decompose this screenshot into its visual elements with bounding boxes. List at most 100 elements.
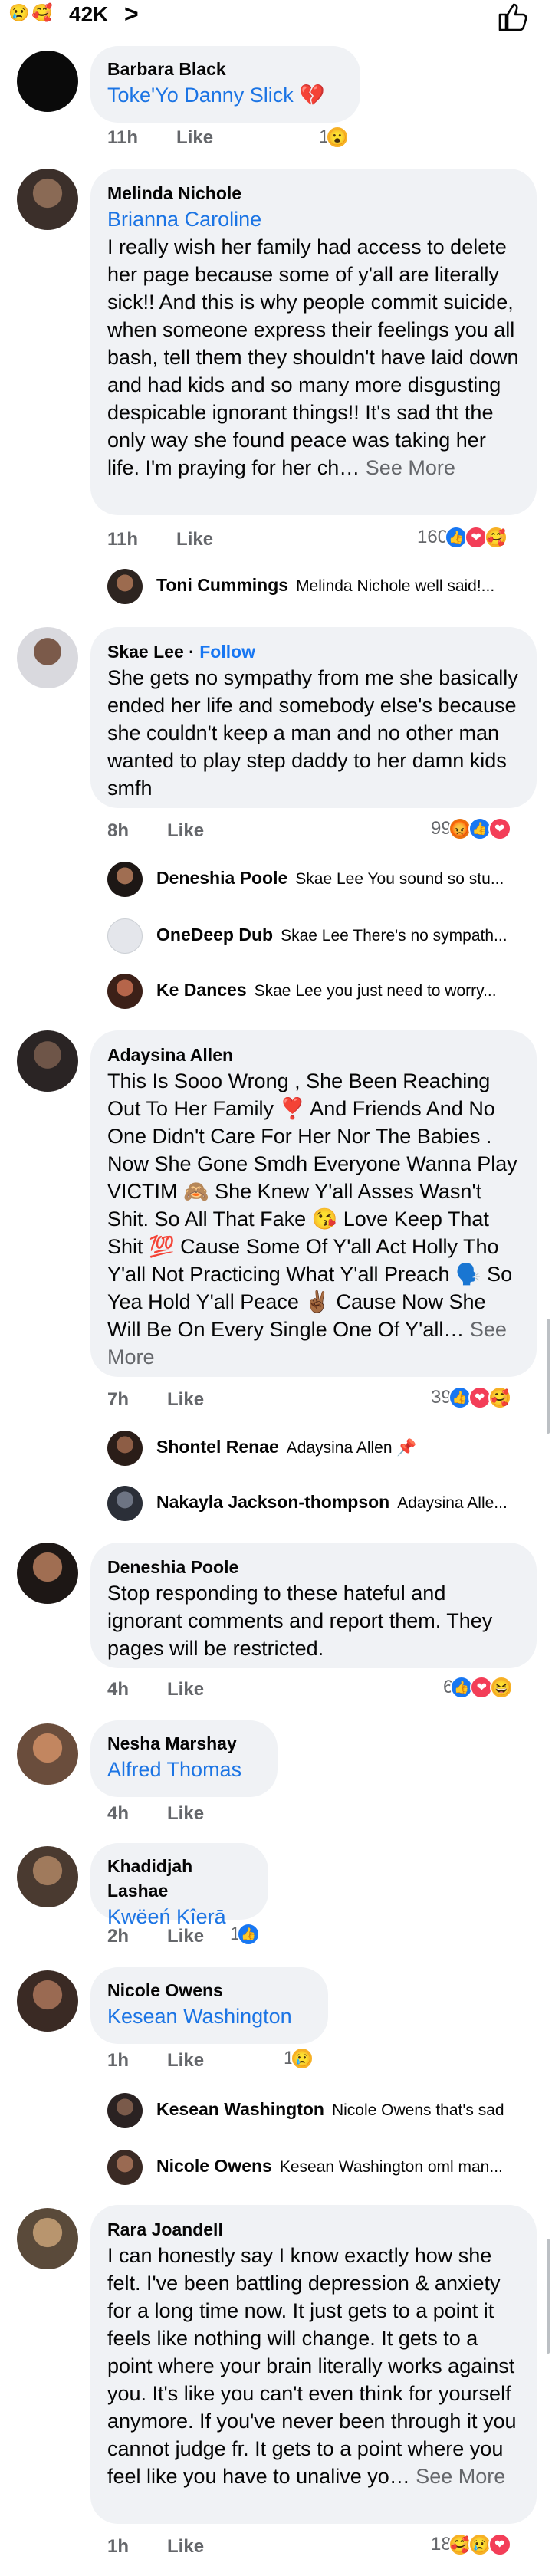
like-button[interactable]: Like bbox=[167, 1679, 204, 1700]
reply-preview[interactable]: Kesean Washington Nicole Owens that's sad bbox=[0, 2093, 552, 2131]
follow-button[interactable]: Follow bbox=[199, 642, 255, 662]
avatar bbox=[107, 1486, 143, 1521]
reply-preview[interactable]: OneDeep Dub Skae Lee There's no sympath..… bbox=[0, 918, 552, 957]
comment-bubble[interactable]: Skae Lee · Follow She gets no sympathy f… bbox=[90, 627, 537, 808]
reply-author[interactable]: Nakayla Jackson-thompson bbox=[156, 1492, 389, 1512]
reply-text: Melinda Nichole well said!... bbox=[296, 577, 495, 595]
like-button[interactable]: Like bbox=[176, 529, 213, 550]
commenter-name[interactable]: Skae Lee bbox=[107, 642, 184, 662]
commenter-name[interactable]: Adaysina Allen bbox=[107, 1043, 520, 1067]
reaction-summary[interactable]: 1 😮 bbox=[319, 126, 350, 149]
comment-text: She gets no sympathy from me she basical… bbox=[107, 666, 518, 800]
like-button[interactable]: Like bbox=[167, 1389, 204, 1410]
avatar bbox=[107, 2093, 143, 2128]
timestamp: 7h bbox=[107, 1389, 130, 1410]
avatar bbox=[107, 974, 143, 1009]
reply-text: Adaysina Allen 📌 bbox=[286, 1439, 417, 1457]
reaction-summary[interactable]: 39 👍 ❤ 🥰 bbox=[431, 1386, 511, 1409]
comment-meta: 11h Like bbox=[107, 529, 213, 550]
reaction-summary[interactable]: 18 🥰 😢 ❤ bbox=[431, 2533, 511, 2556]
reply-text: Kesean Washington oml man... bbox=[279, 2158, 503, 2176]
chevron-right-icon[interactable]: > bbox=[124, 0, 139, 28]
comment-text: This Is Sooo Wrong , She Been Reaching O… bbox=[107, 1070, 518, 1341]
like-button[interactable]: Like bbox=[167, 2050, 204, 2071]
mention-link[interactable]: Kesean Washington bbox=[107, 2003, 311, 2030]
comment-bubble[interactable]: Melinda Nichole Brianna Caroline I reall… bbox=[90, 169, 537, 515]
avatar[interactable] bbox=[17, 169, 78, 230]
like-button[interactable]: Like bbox=[167, 2536, 204, 2557]
broken-heart-emoji: 💔 bbox=[299, 84, 325, 107]
comment-text: I can honestly say I know exactly how sh… bbox=[107, 2244, 517, 2488]
comment-meta: 4h Like bbox=[107, 1679, 204, 1700]
avatar[interactable] bbox=[17, 1030, 78, 1092]
comment-meta: 11h Like bbox=[107, 127, 213, 149]
scrollbar-thumb[interactable] bbox=[547, 1319, 550, 1434]
comment-bubble[interactable]: Khadidjah Lashae Kwëeń Kîerā bbox=[90, 1843, 268, 1928]
reaction-summary[interactable]: 99 😡 👍 ❤ bbox=[431, 817, 511, 840]
timestamp: 1h bbox=[107, 2050, 130, 2071]
reply-preview[interactable]: Ke Dances Skae Lee you just need to worry… bbox=[0, 974, 552, 1012]
comment-text: Stop responding to these hateful and ign… bbox=[107, 1582, 493, 1660]
avatar[interactable] bbox=[17, 627, 78, 688]
reactions-header: 😢 🥰 42K > bbox=[0, 0, 552, 37]
like-reaction-icon: 👍 bbox=[237, 1923, 261, 1946]
commenter-name[interactable]: Rara Joandell bbox=[107, 2217, 520, 2242]
mention-link[interactable]: Toke'Yo Danny Slick bbox=[107, 84, 294, 107]
comment-meta: 4h Like bbox=[107, 1803, 204, 1825]
reply-preview[interactable]: Shontel Renae Adaysina Allen 📌 bbox=[0, 1431, 552, 1469]
reply-author[interactable]: Shontel Renae bbox=[156, 1437, 279, 1457]
commenter-name[interactable]: Barbara Black bbox=[107, 57, 343, 81]
reaction-count: 160 bbox=[417, 527, 449, 547]
like-button[interactable]: Like bbox=[167, 1926, 204, 1947]
commenter-name[interactable]: Deneshia Poole bbox=[107, 1555, 520, 1579]
comment-meta: 1h Like bbox=[107, 2050, 204, 2072]
avatar[interactable] bbox=[17, 1846, 78, 1907]
comment-bubble[interactable]: Adaysina Allen This Is Sooo Wrong , She … bbox=[90, 1030, 537, 1377]
avatar[interactable] bbox=[17, 1723, 78, 1785]
like-button[interactable]: Like bbox=[167, 1803, 204, 1824]
reply-author[interactable]: OneDeep Dub bbox=[156, 925, 273, 945]
reply-preview[interactable]: Deneshia Poole Skae Lee You sound so stu.… bbox=[0, 862, 552, 900]
reaction-summary-icons[interactable]: 😢 🥰 bbox=[8, 2, 54, 25]
comment-bubble[interactable]: Barbara Black Toke'Yo Danny Slick 💔 bbox=[90, 46, 360, 123]
reply-preview[interactable]: Nakayla Jackson-thompson Adaysina Alle... bbox=[0, 1486, 552, 1524]
timestamp: 4h bbox=[107, 1679, 130, 1700]
like-button[interactable]: Like bbox=[176, 127, 213, 148]
reply-author[interactable]: Toni Cummings bbox=[156, 575, 288, 595]
reply-preview[interactable]: Toni Cummings Melinda Nichole well said!.… bbox=[0, 569, 552, 607]
reply-author[interactable]: Nicole Owens bbox=[156, 2156, 272, 2176]
reply-author[interactable]: Ke Dances bbox=[156, 980, 247, 1000]
scrollbar-thumb[interactable] bbox=[547, 2239, 550, 2354]
avatar[interactable] bbox=[17, 1970, 78, 2032]
reaction-summary[interactable]: 160 👍 ❤ 🥰 bbox=[417, 526, 508, 549]
commenter-name[interactable]: Melinda Nichole bbox=[107, 181, 520, 205]
like-button[interactable]: Like bbox=[167, 820, 204, 841]
commenter-name[interactable]: Nicole Owens bbox=[107, 1978, 311, 2003]
avatar bbox=[107, 1431, 143, 1466]
avatar[interactable] bbox=[17, 2208, 78, 2269]
reaction-summary[interactable]: 6 👍 ❤ 😆 bbox=[443, 1676, 514, 1699]
reaction-summary[interactable]: 1 👍 bbox=[230, 1923, 261, 1946]
love-reaction-icon: ❤ bbox=[488, 817, 511, 840]
mention-link[interactable]: Alfred Thomas bbox=[107, 1756, 261, 1783]
reaction-count[interactable]: 42K bbox=[69, 2, 108, 27]
avatar bbox=[107, 569, 143, 604]
mention-link[interactable]: Brianna Caroline bbox=[107, 205, 520, 233]
comment-bubble[interactable]: Nicole Owens Kesean Washington bbox=[90, 1967, 328, 2044]
see-more-link[interactable]: See More bbox=[416, 2465, 505, 2488]
sad-emoji-icon: 😢 bbox=[8, 3, 30, 22]
thumbs-up-outline-icon[interactable] bbox=[497, 2, 531, 32]
see-more-link[interactable]: See More bbox=[366, 456, 455, 479]
comment-bubble[interactable]: Rara Joandell I can honestly say I know … bbox=[90, 2205, 537, 2524]
timestamp: 1h bbox=[107, 2536, 130, 2557]
comment-bubble[interactable]: Nesha Marshay Alfred Thomas bbox=[90, 1720, 278, 1797]
commenter-name[interactable]: Nesha Marshay bbox=[107, 1731, 261, 1756]
avatar[interactable] bbox=[17, 51, 78, 112]
commenter-name[interactable]: Khadidjah Lashae bbox=[107, 1854, 251, 1903]
reaction-summary[interactable]: 1 😢 bbox=[284, 2047, 314, 2070]
reply-author[interactable]: Kesean Washington bbox=[156, 2099, 324, 2119]
avatar[interactable] bbox=[17, 1543, 78, 1604]
reply-author[interactable]: Deneshia Poole bbox=[156, 868, 288, 888]
comment-bubble[interactable]: Deneshia Poole Stop responding to these … bbox=[90, 1543, 537, 1668]
reply-preview[interactable]: Nicole Owens Kesean Washington oml man... bbox=[0, 2150, 552, 2188]
